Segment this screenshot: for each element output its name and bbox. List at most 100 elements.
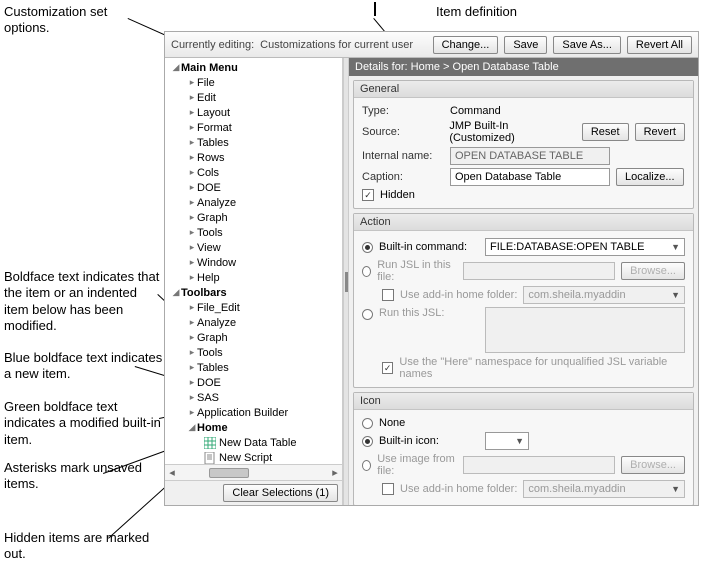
tree-label: New Data Table [219,437,296,449]
tree-node[interactable]: ▸Tools [169,345,342,360]
tree-node[interactable]: ▸Format [169,120,342,135]
tree-node-toolbars[interactable]: ◢ Toolbars [169,285,342,300]
type-value: Command [450,105,501,117]
here-namespace-label: Use the "Here" namespace for unqualified… [399,356,685,380]
icon-image-radio[interactable] [362,460,371,471]
expand-icon[interactable]: ▸ [187,242,197,253]
expand-icon[interactable]: ▸ [187,272,197,283]
run-jsl-radio[interactable] [362,309,373,320]
tree-label: View [197,242,221,254]
menu-tree[interactable]: ◢ Main Menu ▸File▸Edit▸Layout▸Format▸Tab… [165,58,342,464]
expand-icon[interactable]: ▸ [187,92,197,103]
expand-icon[interactable]: ▸ [187,137,197,148]
group-title: Action [354,214,693,231]
chevron-down-icon: ▼ [671,484,680,494]
expand-icon[interactable]: ▸ [187,302,197,313]
tree-node[interactable]: ▸Edit [169,90,342,105]
app-window: Currently editing: Customizations for cu… [164,31,699,506]
expand-icon[interactable]: ▸ [187,317,197,328]
collapse-icon[interactable]: ◢ [171,62,181,73]
expand-icon[interactable]: ▸ [187,227,197,238]
expand-icon[interactable]: ▸ [187,167,197,178]
tree-label: Analyze [197,317,236,329]
collapse-icon[interactable]: ◢ [171,287,181,298]
expand-icon[interactable]: ▸ [187,182,197,193]
addin-folder-select: com.sheila.myaddin ▼ [523,286,685,304]
tree-label: File [197,77,215,89]
save-button[interactable]: Save [504,36,547,54]
here-namespace-checkbox [382,362,393,374]
builtin-command-select[interactable]: FILE:DATABASE:OPEN TABLE ▼ [485,238,685,256]
source-label: Source: [362,126,443,138]
hidden-checkbox[interactable] [362,189,374,201]
tree-label: New Script [219,452,272,464]
icon-builtin-select[interactable]: ▼ [485,432,529,450]
tree-node[interactable]: ▸Cols [169,165,342,180]
expand-icon[interactable]: ▸ [187,407,197,418]
tree-node[interactable]: ▸Rows [169,150,342,165]
expand-icon[interactable]: ▸ [187,152,197,163]
scroll-thumb[interactable] [209,468,249,478]
scroll-right-icon[interactable]: ▸ [328,466,342,479]
run-file-radio[interactable] [362,266,371,277]
tree-node-main-menu[interactable]: ◢ Main Menu [169,60,342,75]
expand-icon[interactable]: ▸ [187,362,197,373]
expand-icon[interactable]: ▸ [187,107,197,118]
run-file-field [463,262,615,280]
tree-node[interactable]: ▸Tables [169,135,342,150]
tree-node[interactable]: ▸Graph [169,210,342,225]
tree-pane: ◢ Main Menu ▸File▸Edit▸Layout▸Format▸Tab… [165,58,343,505]
builtin-command-label: Built-in command: [379,241,479,253]
tree-node[interactable]: ▸Layout [169,105,342,120]
tree-label: Analyze [197,197,236,209]
horizontal-scrollbar[interactable]: ◂ ▸ [165,464,342,480]
tree-node[interactable]: ▸DOE [169,180,342,195]
expand-icon[interactable]: ▸ [187,122,197,133]
save-as-button[interactable]: Save As... [553,36,621,54]
reset-button[interactable]: Reset [582,123,629,141]
change-button[interactable]: Change... [433,36,499,54]
tree-node[interactable]: ▸Help [169,270,342,285]
tree-node-home[interactable]: ◢ Home [169,420,342,435]
group-title: General [354,81,693,98]
expand-icon[interactable]: ▸ [187,377,197,388]
expand-icon[interactable]: ▸ [187,332,197,343]
expand-icon[interactable]: ▸ [187,212,197,223]
tree-node[interactable]: ▸Tools [169,225,342,240]
tree-node[interactable]: ▸Window [169,255,342,270]
tree-node[interactable]: ▸Analyze [169,315,342,330]
icon-none-radio[interactable] [362,418,373,429]
builtin-command-radio[interactable] [362,242,373,253]
scroll-left-icon[interactable]: ◂ [165,466,179,479]
tree-item[interactable]: New Data Table [169,435,342,450]
annot-bold: Boldface text indicates that the item or… [4,269,164,334]
revert-all-button[interactable]: Revert All [627,36,692,54]
icon-builtin-radio[interactable] [362,436,373,447]
tree-node[interactable]: ▸Analyze [169,195,342,210]
tree-node[interactable]: ▸File [169,75,342,90]
tree-node[interactable]: ▸File_Edit [169,300,342,315]
expand-icon[interactable]: ▸ [187,197,197,208]
tree-label: Toolbars [181,287,227,299]
collapse-icon[interactable]: ◢ [187,422,197,433]
addin-folder-select: com.sheila.myaddin ▼ [523,480,685,498]
tree-node[interactable]: ▸Application Builder [169,405,342,420]
expand-icon[interactable]: ▸ [187,257,197,268]
tree-label: DOE [197,377,221,389]
revert-button[interactable]: Revert [635,123,685,141]
clear-selections-button[interactable]: Clear Selections (1) [223,484,338,502]
tree-node[interactable]: ▸SAS [169,390,342,405]
tree-label: Main Menu [181,62,238,74]
tree-label: Tables [197,137,229,149]
tree-node[interactable]: ▸View [169,240,342,255]
expand-icon[interactable]: ▸ [187,392,197,403]
caption-field[interactable] [450,168,610,186]
tree-node[interactable]: ▸Tables [169,360,342,375]
localize-button[interactable]: Localize... [616,168,684,186]
browse-button: Browse... [621,456,685,474]
expand-icon[interactable]: ▸ [187,347,197,358]
tree-item[interactable]: New Script [169,450,342,464]
tree-node[interactable]: ▸Graph [169,330,342,345]
expand-icon[interactable]: ▸ [187,77,197,88]
tree-node[interactable]: ▸DOE [169,375,342,390]
